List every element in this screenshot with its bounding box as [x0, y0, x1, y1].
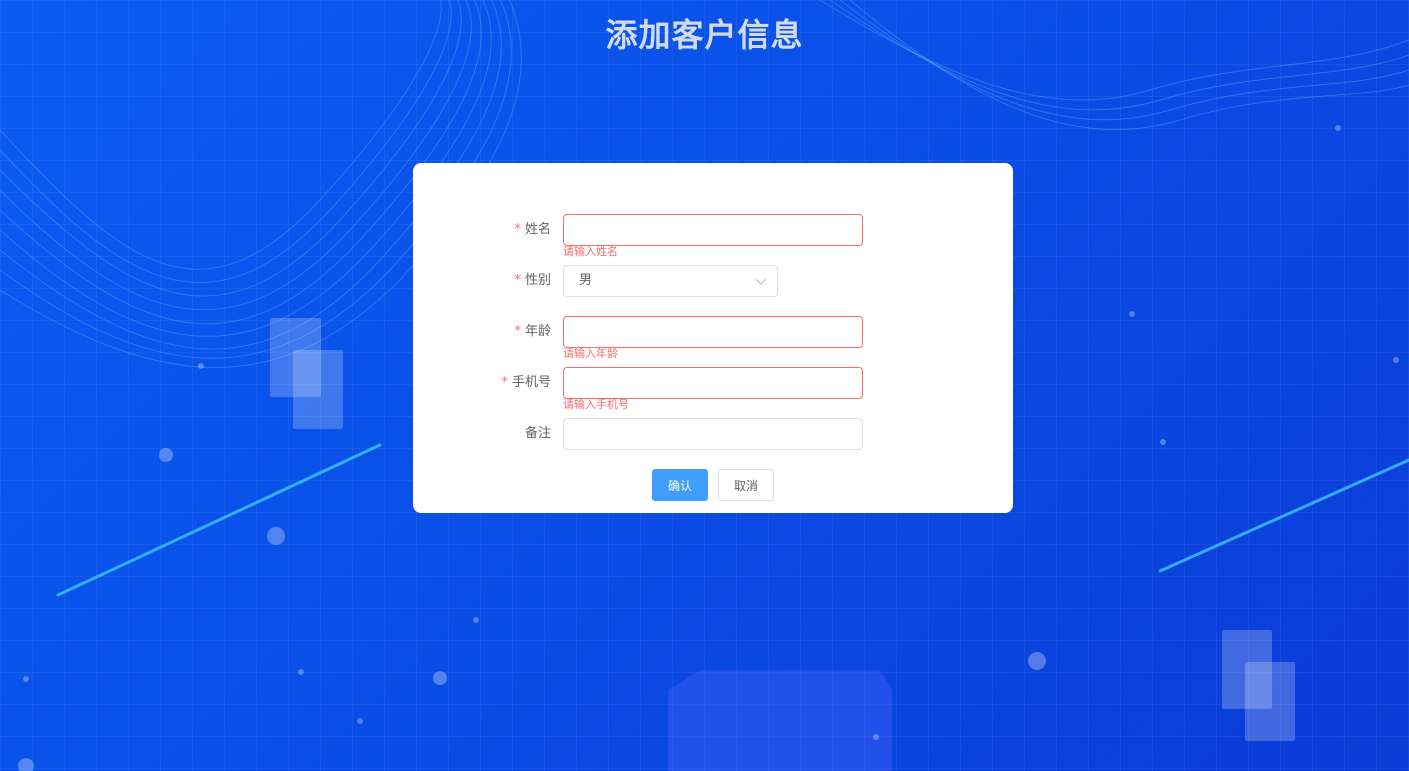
form-item-name: * 姓名 请输入姓名 — [413, 214, 1013, 258]
form-item-remark: 备注 — [413, 418, 1013, 450]
phone-input[interactable] — [563, 367, 863, 399]
name-label: * 姓名 — [514, 214, 551, 246]
name-error: 请输入姓名 — [563, 245, 618, 258]
gender-label-text: 性别 — [524, 273, 551, 288]
chevron-down-icon — [755, 278, 767, 285]
phone-error: 请输入手机号 — [563, 398, 629, 411]
phone-label-text: 手机号 — [511, 375, 551, 390]
age-label-text: 年龄 — [524, 324, 551, 339]
cancel-button[interactable]: 取消 — [718, 469, 774, 501]
confirm-button[interactable]: 确认 — [652, 469, 708, 501]
age-label: * 年龄 — [514, 316, 551, 348]
form-item-age: * 年龄 请输入年龄 — [413, 316, 1013, 360]
gender-label: * 性别 — [514, 265, 551, 297]
required-mark: * — [514, 273, 521, 288]
page-title: 添加客户信息 — [605, 16, 804, 54]
gender-select-value: 男 — [579, 273, 593, 288]
form-item-gender: * 性别 男 — [413, 265, 1013, 297]
age-error: 请输入年龄 — [563, 347, 618, 360]
remark-label-text: 备注 — [524, 426, 551, 441]
name-label-text: 姓名 — [524, 222, 551, 237]
form-item-phone: * 手机号 请输入手机号 — [413, 367, 1013, 411]
name-input[interactable] — [563, 214, 863, 246]
required-mark: * — [514, 222, 521, 237]
customer-form-card: * 姓名 请输入姓名 * 性别 男 * 年龄 请输入年龄 * 手机号 请输入手机号 备注… — [413, 163, 1013, 513]
age-input[interactable] — [563, 316, 863, 348]
remark-label: 备注 — [525, 418, 551, 450]
required-mark: * — [501, 375, 508, 390]
remark-input[interactable] — [563, 418, 863, 450]
required-mark: * — [514, 324, 521, 339]
phone-label: * 手机号 — [501, 367, 551, 399]
gender-select[interactable]: 男 — [563, 265, 778, 297]
